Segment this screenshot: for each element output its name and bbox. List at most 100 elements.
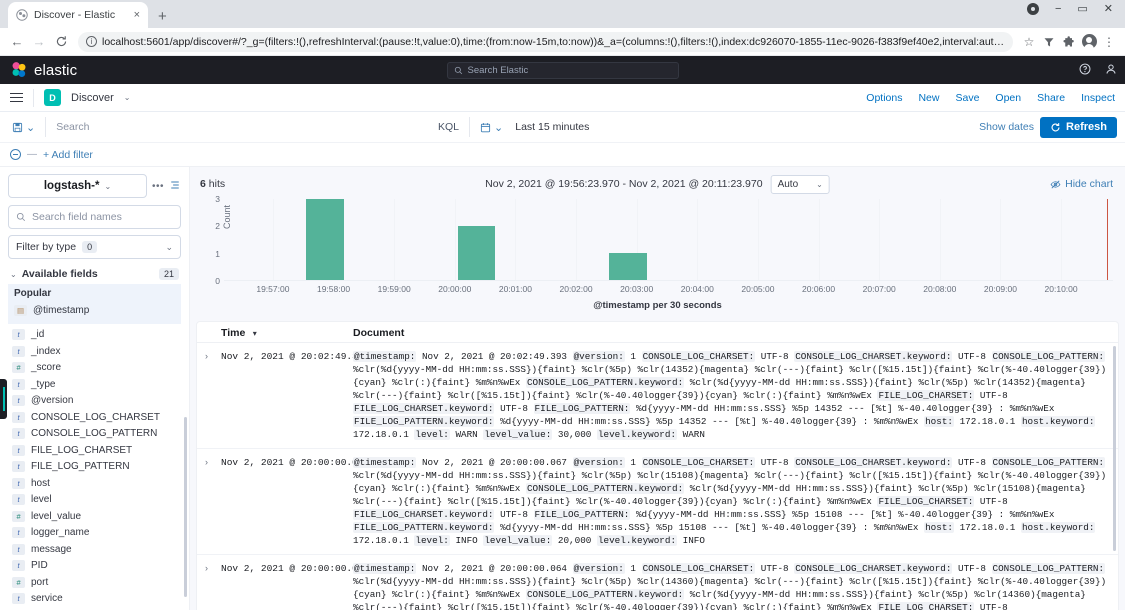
field-item[interactable]: tlogger_name [8,525,181,542]
sidebar-collapse-icon[interactable] [169,179,181,194]
field-item[interactable]: tCONSOLE_LOG_CHARSET [8,409,181,426]
x-tick-label: 20:07:00 [863,284,896,294]
field-search-input[interactable]: Search field names [8,205,181,229]
x-tick-label: 20:09:00 [984,284,1017,294]
field-item[interactable]: tFILE_LOG_CHARSET [8,442,181,459]
field-item[interactable]: tFILE_LOG_PATTERN [8,459,181,476]
column-header-time[interactable]: Time [221,327,245,339]
chart-bar[interactable] [458,226,496,280]
cell-time: Nov 2, 2021 @ 20:02:49.393 [221,350,353,362]
expand-row-icon[interactable]: › [205,562,221,573]
profile-avatar-icon[interactable] [1079,32,1099,52]
user-menu-icon[interactable] [1105,63,1117,77]
string-type-icon: t [12,593,25,604]
popular-section-label: Popular [10,288,179,299]
field-name: @version [31,395,73,406]
saved-query-button[interactable]: ⌄ [8,121,39,134]
chart-bar[interactable] [306,199,344,280]
field-item[interactable]: #port [8,574,181,591]
available-fields-header[interactable]: ⌄ Available fields 21 [8,268,181,280]
chevron-down-icon: ⌄ [165,242,173,253]
field-item[interactable]: tlevel [8,492,181,509]
forward-button[interactable]: → [28,31,50,53]
bookmark-star-icon[interactable]: ☆ [1019,32,1039,52]
chart-gridline [697,199,698,280]
number-type-icon: # [12,511,25,522]
documents-table: Time ▾ Document ›Nov 2, 2021 @ 20:02:49.… [196,321,1119,610]
histogram-chart[interactable]: Count 3 2 1 0 19:57:0019:58:0019:59:0020… [196,195,1119,315]
field-item[interactable]: #_score [8,360,181,377]
share-button[interactable]: Share [1037,92,1065,104]
filter-dash: — [27,149,37,160]
field-item[interactable]: tCONSOLE_LOG_PATTERN [8,426,181,443]
field-item[interactable]: #level_value [8,508,181,525]
elastic-logo[interactable]: elastic [10,61,77,79]
field-item[interactable]: t_index [8,343,181,360]
field-item[interactable]: t_type [8,376,181,393]
expand-row-icon[interactable]: › [205,456,221,467]
y-tick-0: 0 [215,276,220,286]
table-row[interactable]: ›Nov 2, 2021 @ 20:02:49.393@timestamp: N… [197,343,1118,449]
field-item[interactable]: tmessage [8,541,181,558]
x-tick-label: 20:01:00 [499,284,532,294]
date-picker-button[interactable]: ⌄ [476,121,503,134]
field-name: port [31,577,48,588]
minimize-button[interactable]: − [1055,3,1061,15]
query-bar: ⌄ Search KQL ⌄ Last 15 minutes Show date… [0,112,1125,143]
browser-menu-icon[interactable]: ⋮ [1099,32,1119,52]
extension-filter-icon[interactable] [1039,32,1059,52]
sidebar-more-options-icon[interactable]: ••• [152,181,164,192]
save-button[interactable]: Save [955,92,979,104]
global-search-input[interactable]: Search Elastic [447,62,679,79]
table-row[interactable]: ›Nov 2, 2021 @ 20:00:00.067@timestamp: N… [197,449,1118,555]
field-item[interactable]: t service [8,591,181,608]
field-name: CONSOLE_LOG_CHARSET [31,412,160,423]
new-button[interactable]: New [918,92,939,104]
index-pattern-selector[interactable]: logstash-* ⌄ [8,174,147,198]
field-item-timestamp[interactable]: ▤ @timestamp [10,302,179,319]
table-row[interactable]: ›Nov 2, 2021 @ 20:00:00.064@timestamp: N… [197,555,1118,610]
breadcrumb[interactable]: Discover [71,92,114,104]
interval-select[interactable]: Auto ⌄ [771,175,830,194]
field-item[interactable]: tPID [8,558,181,575]
sort-descending-icon[interactable]: ▾ [253,329,257,338]
x-tick-label: 19:58:00 [317,284,350,294]
refresh-button[interactable]: Refresh [1040,117,1117,138]
options-button[interactable]: Options [866,92,902,104]
browser-tab[interactable]: Discover - Elastic × [8,2,148,28]
field-name: service [31,593,63,604]
query-language-button[interactable]: KQL [434,121,463,133]
sidebar-collapse-handle[interactable] [0,379,7,419]
reload-icon[interactable] [50,31,72,53]
hide-chart-button[interactable]: Hide chart [1050,178,1113,190]
address-bar[interactable]: i localhost:5601/app/discover#/?_g=(filt… [78,32,1013,52]
close-window-button[interactable]: ✕ [1104,2,1113,15]
chevron-down-icon[interactable]: ⌄ [124,93,131,102]
new-tab-button[interactable]: + [158,9,167,24]
tab-close-icon[interactable]: × [134,9,140,21]
maximize-button[interactable]: ▭ [1077,2,1087,15]
filter-options-icon[interactable] [10,149,21,160]
show-dates-button[interactable]: Show dates [979,121,1034,133]
date-range-value[interactable]: Last 15 minutes [509,121,595,133]
open-button[interactable]: Open [995,92,1021,104]
field-item[interactable]: thost [8,475,181,492]
help-icon[interactable] [1079,63,1091,77]
chart-bar[interactable] [609,253,647,280]
table-scrollbar[interactable] [1113,346,1116,551]
save-disk-icon [12,122,23,133]
extensions-puzzle-icon[interactable] [1059,32,1079,52]
inspect-button[interactable]: Inspect [1081,92,1115,104]
field-item[interactable]: t@version [8,393,181,410]
hits-label: hits [209,178,225,190]
expand-row-icon[interactable]: › [205,350,221,361]
add-filter-button[interactable]: + Add filter [43,149,93,161]
back-button[interactable]: ← [6,31,28,53]
field-item[interactable]: t_id [8,327,181,344]
menu-hamburger-icon[interactable] [10,93,23,103]
elastic-header: elastic Search Elastic [0,56,1125,84]
filter-by-type-button[interactable]: Filter by type 0 ⌄ [8,235,181,259]
search-input[interactable]: Search [52,121,428,133]
sidebar-scrollbar[interactable] [184,417,187,597]
site-info-icon[interactable]: i [86,36,97,47]
